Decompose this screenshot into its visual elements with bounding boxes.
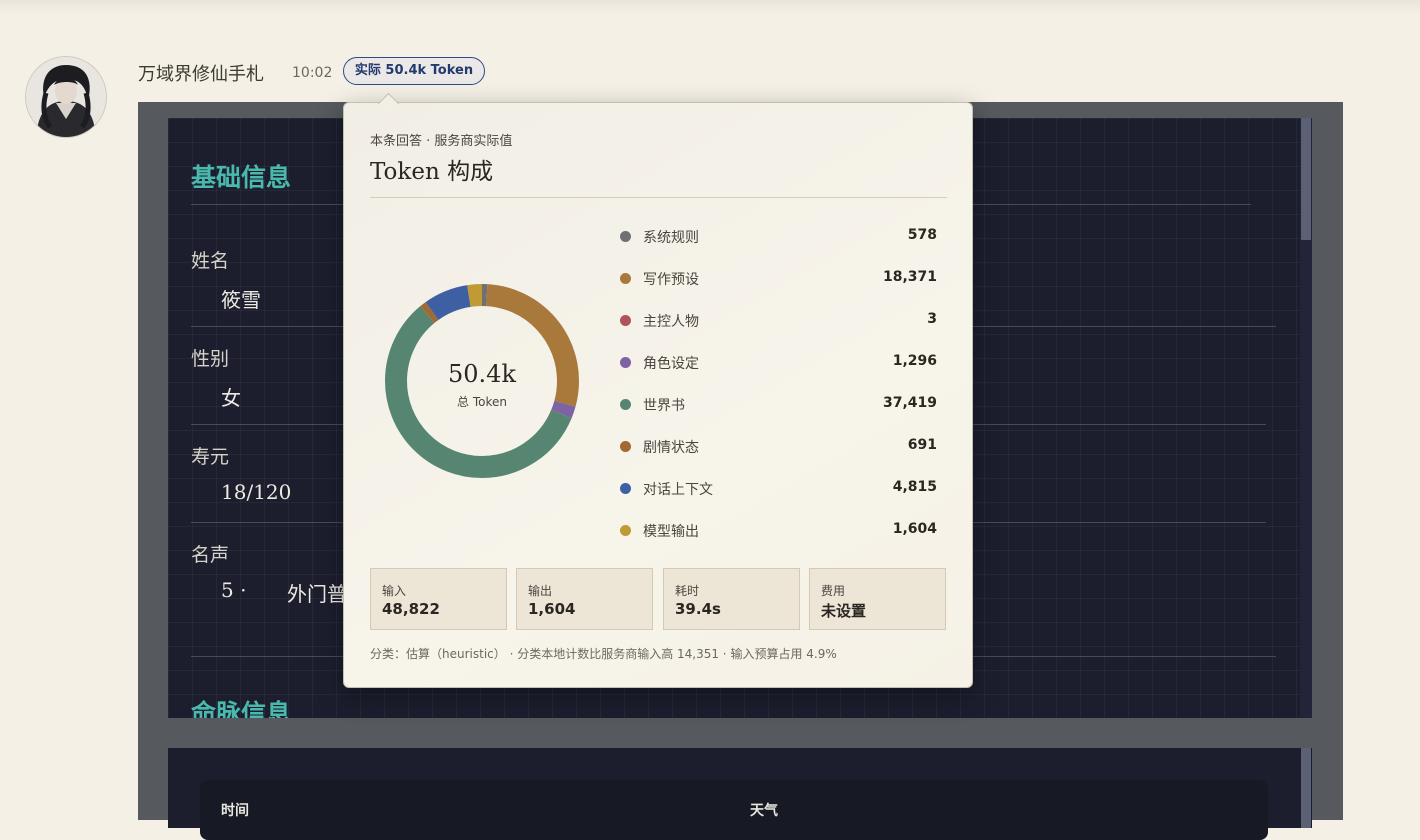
scrollbar-thumb[interactable] bbox=[1301, 118, 1311, 240]
legend-dot-icon bbox=[620, 315, 631, 326]
legend-item: 剧情状态 691 bbox=[620, 436, 940, 458]
divider bbox=[370, 197, 947, 198]
stat-value: 1,604 bbox=[528, 600, 576, 618]
legend-item: 系统规则 578 bbox=[620, 226, 940, 248]
legend-dot-icon bbox=[620, 273, 631, 284]
stat-value: 48,822 bbox=[382, 600, 440, 618]
field-label-lifespan: 寿元 bbox=[191, 446, 230, 468]
legend-value: 578 bbox=[907, 227, 937, 243]
legend-label: 模型输出 bbox=[643, 524, 699, 540]
stat-label: 费用 bbox=[821, 584, 846, 598]
field-label-gender: 性别 bbox=[191, 348, 230, 370]
legend-item: 主控人物 3 bbox=[620, 310, 940, 332]
legend-item: 模型输出 1,604 bbox=[620, 520, 940, 542]
legend-dot-icon bbox=[620, 483, 631, 494]
legend-value: 37,419 bbox=[882, 395, 937, 411]
legend-value: 1,604 bbox=[892, 521, 937, 537]
token-usage-button[interactable]: 实际 50.4k Token bbox=[343, 57, 485, 85]
popover-footer-note: 分类：估算（heuristic） · 分类本地计数比服务商输入高 14,351 … bbox=[370, 647, 837, 661]
stat-input: 输入 48,822 bbox=[370, 568, 507, 630]
popover-title: Token 构成 bbox=[370, 159, 494, 185]
info-table bbox=[200, 780, 1268, 840]
avatar-portrait-icon bbox=[26, 57, 106, 137]
section-title-basic: 基础信息 bbox=[191, 163, 292, 192]
legend-value: 1,296 bbox=[892, 353, 937, 369]
top-shadow bbox=[0, 0, 1420, 14]
legend-item: 对话上下文 4,815 bbox=[620, 478, 940, 500]
stat-duration: 耗时 39.4s bbox=[663, 568, 800, 630]
section-title-meridian: 命脉信息 bbox=[191, 699, 292, 718]
legend-dot-icon bbox=[620, 399, 631, 410]
field-value-name: 筱雪 bbox=[221, 288, 261, 312]
legend-item: 世界书 37,419 bbox=[620, 394, 940, 416]
legend-dot-icon bbox=[620, 357, 631, 368]
legend-label: 世界书 bbox=[643, 398, 685, 414]
field-label-fame: 名声 bbox=[191, 544, 230, 566]
legend-label: 剧情状态 bbox=[643, 440, 699, 456]
scrollbar-thumb[interactable] bbox=[1301, 748, 1311, 828]
legend-item: 角色设定 1,296 bbox=[620, 352, 940, 374]
legend-label: 写作预设 bbox=[643, 272, 699, 288]
legend-label: 对话上下文 bbox=[643, 482, 713, 498]
donut-total-label: 总 Token bbox=[457, 395, 507, 409]
legend-label: 角色设定 bbox=[643, 356, 699, 372]
avatar[interactable] bbox=[26, 57, 106, 137]
app-title: 万域界修仙手札 bbox=[138, 64, 264, 85]
field-label-name: 姓名 bbox=[191, 250, 230, 272]
table-header-weather: 天气 bbox=[750, 803, 778, 819]
stat-label: 耗时 bbox=[675, 584, 700, 598]
legend-dot-icon bbox=[620, 231, 631, 242]
legend-label: 系统规则 bbox=[643, 230, 699, 246]
stat-value: 未设置 bbox=[821, 602, 867, 620]
legend-item: 写作预设 18,371 bbox=[620, 268, 940, 290]
stat-label: 输出 bbox=[528, 584, 553, 598]
field-value-fame: 5 · bbox=[221, 578, 247, 602]
stat-output: 输出 1,604 bbox=[516, 568, 653, 630]
legend-dot-icon bbox=[620, 525, 631, 536]
legend-label: 主控人物 bbox=[643, 314, 699, 330]
field-value-lifespan: 18/120 bbox=[221, 480, 292, 504]
legend-value: 3 bbox=[927, 311, 937, 327]
stat-cost: 费用 未设置 bbox=[809, 568, 946, 630]
legend-value: 691 bbox=[907, 437, 937, 453]
donut-total: 50.4k bbox=[448, 360, 516, 388]
stat-label: 输入 bbox=[382, 584, 407, 598]
table-header-time: 时间 bbox=[221, 803, 249, 819]
popover-subtitle: 本条回答 · 服务商实际值 bbox=[370, 134, 513, 149]
legend-value: 18,371 bbox=[882, 269, 937, 285]
legend-dot-icon bbox=[620, 441, 631, 452]
message-time: 10:02 bbox=[292, 65, 333, 81]
field-value-fame-rank: 外门普 bbox=[287, 582, 347, 606]
stat-value: 39.4s bbox=[675, 600, 721, 618]
legend-value: 4,815 bbox=[892, 479, 937, 495]
field-value-gender: 女 bbox=[221, 386, 241, 410]
